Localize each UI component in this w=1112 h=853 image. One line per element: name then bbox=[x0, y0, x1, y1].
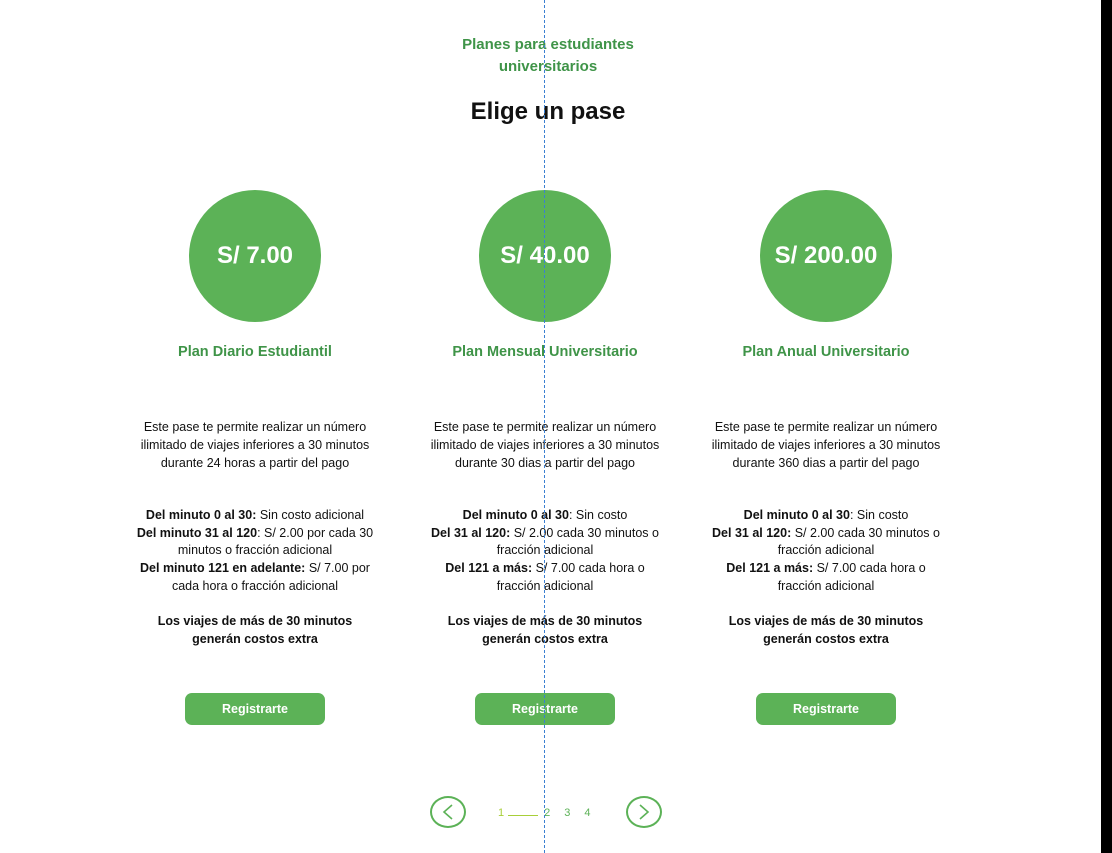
section-eyebrow: Planes para estudiantes universitarios bbox=[462, 36, 634, 75]
rule-text: S/ 2.00 cada 30 minutos o fracción adici… bbox=[496, 525, 659, 558]
rule-text: Sin costo adicional bbox=[256, 508, 365, 522]
plan-card-monthly: S/ 40.00 Plan Mensual Universitario Este… bbox=[425, 188, 665, 725]
price-badge: S/ 7.00 bbox=[189, 190, 321, 322]
register-button[interactable]: Registrarte bbox=[185, 692, 325, 725]
pricing-rules: Del minuto 0 al 30: Sin costo adicional … bbox=[135, 507, 375, 596]
rule-label: Del 121 a más: bbox=[726, 561, 814, 576]
register-button[interactable]: Registrarte bbox=[475, 692, 615, 725]
extra-cost-note: Los viajes de más de 30 minutos generán … bbox=[447, 613, 643, 646]
prev-page-button[interactable] bbox=[430, 796, 466, 828]
extra-cost-note: Los viajes de más de 30 minutos generán … bbox=[728, 613, 924, 646]
plan-description: Este pase te permite realizar un número … bbox=[430, 420, 660, 470]
rule-label: Del minuto 0 al 30: bbox=[145, 508, 257, 522]
plan-description: Este pase te permite realizar un número … bbox=[140, 420, 370, 470]
active-page-indicator bbox=[508, 815, 539, 816]
pricing-rule: Del 121 a más: S/ 7.00 cada hora o fracc… bbox=[425, 560, 665, 595]
rule-text: S/ 2.00 cada 30 minutos o fracción adici… bbox=[777, 525, 940, 558]
page-number[interactable]: 4 bbox=[584, 807, 590, 819]
price-badge: S/ 200.00 bbox=[760, 190, 892, 322]
rule-label: Del 121 a más: bbox=[445, 561, 533, 576]
pricing-rules: Del minuto 0 al 30: Sin costo Del 31 al … bbox=[706, 507, 946, 596]
pricing-rule: Del minuto 0 al 30: Sin costo adicional bbox=[135, 507, 375, 525]
rule-label: Del minuto 0 al 30 bbox=[743, 508, 850, 522]
rule-label: Del minuto 0 al 30 bbox=[462, 508, 569, 522]
chevron-right-icon bbox=[639, 804, 650, 820]
plan-title: Plan Anual Universitario bbox=[742, 344, 910, 360]
page-title: Elige un pase bbox=[470, 98, 626, 125]
price-badge: S/ 40.00 bbox=[479, 190, 611, 322]
page-list: 1 2 3 4 bbox=[498, 807, 605, 819]
vertical-guide-line bbox=[544, 0, 545, 853]
pricing-rules: Del minuto 0 al 30: Sin costo Del 31 al … bbox=[425, 507, 665, 596]
pricing-rule: Del minuto 0 al 30: Sin costo bbox=[425, 507, 665, 525]
pricing-rule: Del 31 al 120: S/ 2.00 cada 30 minutos o… bbox=[425, 525, 665, 560]
plan-card-daily: S/ 7.00 Plan Diario Estudiantil Este pas… bbox=[135, 188, 375, 725]
rule-label: Del minuto 31 al 120 bbox=[136, 525, 258, 540]
rule-label: Del 31 al 120: bbox=[431, 525, 511, 540]
page-number[interactable]: 3 bbox=[564, 807, 570, 819]
next-page-button[interactable] bbox=[626, 796, 662, 828]
plan-title: Plan Mensual Universitario bbox=[452, 344, 638, 360]
pagination: 1 2 3 4 bbox=[430, 794, 670, 834]
rule-text: : Sin costo bbox=[568, 508, 628, 522]
pricing-rule: Del minuto 31 al 120: S/ 2.00 por cada 3… bbox=[135, 525, 375, 560]
pricing-rule: Del 31 al 120: S/ 2.00 cada 30 minutos o… bbox=[706, 525, 946, 560]
rule-label: Del 31 al 120: bbox=[712, 525, 792, 540]
extra-cost-note: Los viajes de más de 30 minutos generán … bbox=[157, 613, 353, 646]
rule-label: Del minuto 121 en adelante: bbox=[140, 561, 306, 576]
right-edge-strip bbox=[1101, 0, 1112, 853]
register-button[interactable]: Registrarte bbox=[756, 692, 896, 725]
pricing-rule: Del minuto 121 en adelante: S/ 7.00 por … bbox=[135, 560, 375, 595]
rule-text: : Sin costo bbox=[849, 508, 909, 522]
pricing-rule: Del minuto 0 al 30: Sin costo bbox=[706, 507, 946, 525]
plan-card-annual: S/ 200.00 Plan Anual Universitario Este … bbox=[706, 188, 946, 725]
chevron-left-icon bbox=[442, 804, 453, 820]
page-number-active[interactable]: 1 bbox=[498, 807, 504, 819]
pricing-rule: Del 121 a más: S/ 7.00 cada hora o fracc… bbox=[706, 560, 946, 595]
plan-description: Este pase te permite realizar un número … bbox=[711, 420, 941, 470]
plan-title: Plan Diario Estudiantil bbox=[178, 344, 332, 360]
page-number[interactable]: 2 bbox=[544, 807, 550, 819]
